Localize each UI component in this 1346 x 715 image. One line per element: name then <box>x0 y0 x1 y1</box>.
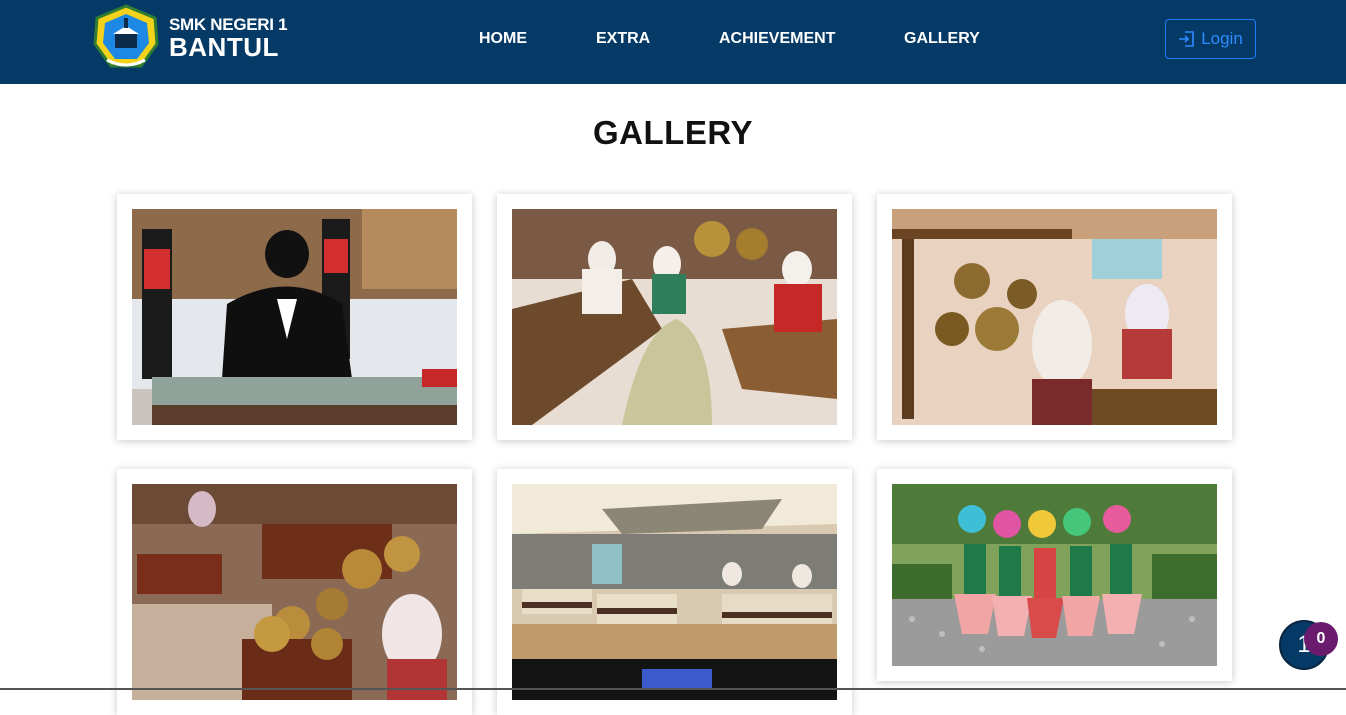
gamelan-bonang-photo <box>132 484 457 700</box>
gallery-card[interactable] <box>117 194 472 440</box>
notification-badge[interactable]: 0 <box>1304 622 1338 656</box>
meeting-hall-photo <box>512 484 837 700</box>
page-title: GALLERY <box>593 114 753 151</box>
traditional-dance-photo <box>892 484 1217 666</box>
login-button[interactable]: Login <box>1165 19 1256 59</box>
top-navbar: SMK NEGERI 1 BANTUL HOME EXTRA ACHIEVEME… <box>0 0 1346 84</box>
gallery-card[interactable] <box>497 194 852 440</box>
marching-band-glockenspiel-photo <box>132 209 457 425</box>
gamelan-gongs-photo <box>892 209 1217 425</box>
nav-achievement[interactable]: ACHIEVEMENT <box>719 30 835 48</box>
brand[interactable]: SMK NEGERI 1 BANTUL <box>93 4 288 72</box>
nav-home[interactable]: HOME <box>479 30 527 48</box>
login-label: Login <box>1201 29 1243 48</box>
brand-line2: BANTUL <box>169 32 279 62</box>
gallery-card[interactable] <box>877 469 1232 681</box>
login-arrow-icon <box>1179 31 1194 47</box>
school-crest-icon <box>93 4 159 68</box>
gallery-card[interactable] <box>117 469 472 715</box>
gallery-card[interactable] <box>877 194 1232 440</box>
gamelan-practice-photo <box>512 209 837 425</box>
gallery-card[interactable] <box>497 469 852 715</box>
nav-gallery[interactable]: GALLERY <box>904 30 980 48</box>
brand-line1: SMK NEGERI 1 <box>169 15 288 34</box>
nav-extra[interactable]: EXTRA <box>596 30 650 48</box>
